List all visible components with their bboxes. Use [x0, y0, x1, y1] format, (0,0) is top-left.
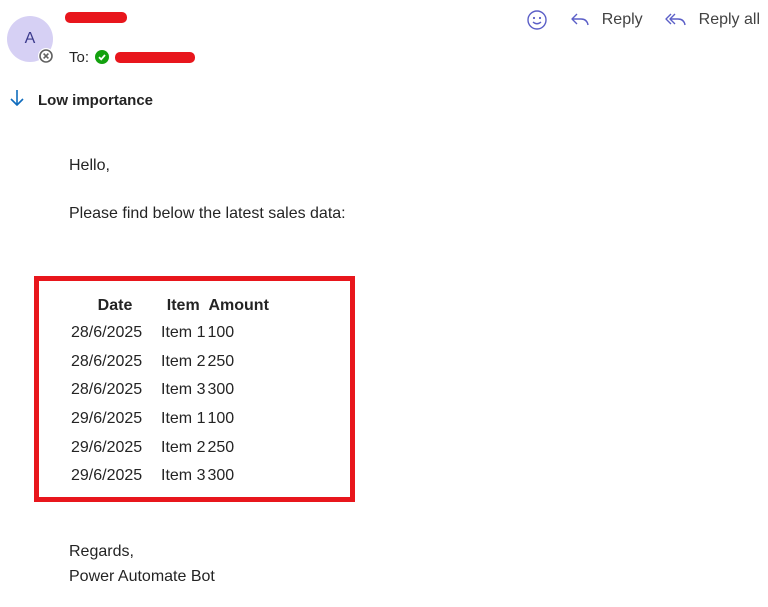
table-row: 29/6/2025 Item 3 300 — [70, 462, 271, 491]
cell-date: 28/6/2025 — [71, 381, 143, 399]
greeting-text: Hello, — [69, 157, 110, 174]
table-row: 28/6/2025 Item 3 300 — [70, 376, 271, 405]
cell-amount: 100 — [207, 410, 235, 428]
smiley-icon — [526, 9, 548, 31]
cell-date: 28/6/2025 — [71, 352, 143, 370]
importance-indicator: Low importance — [8, 89, 153, 111]
message-actions: Reply Reply all — [526, 8, 760, 32]
sales-table: Date Item Amount 28/6/2025 Item 1 100 28… — [70, 292, 271, 491]
cell-item: Item 2 — [161, 352, 206, 370]
avatar-initial: A — [24, 30, 36, 47]
cell-date: 29/6/2025 — [71, 467, 143, 485]
cell-date: 29/6/2025 — [71, 438, 143, 456]
importance-label: Low importance — [38, 91, 154, 109]
cell-amount: 300 — [207, 467, 235, 485]
reaction-button[interactable] — [526, 9, 548, 31]
recipient-row: To: — [69, 47, 196, 67]
cell-item: Item 2 — [161, 438, 206, 456]
column-header-date: Date — [97, 296, 133, 314]
reply-label: Reply — [601, 11, 643, 28]
reply-all-icon — [664, 11, 687, 29]
presence-available-icon — [95, 50, 110, 64]
column-header-item: Item — [166, 296, 200, 314]
cell-amount: 300 — [207, 381, 235, 399]
cell-amount: 100 — [207, 324, 235, 342]
table-header-row: Date Item Amount — [70, 292, 271, 319]
sender-name-redacted — [65, 12, 127, 23]
cell-item: Item 1 — [161, 324, 206, 342]
arrow-down-icon — [8, 88, 26, 112]
cell-item: Item 3 — [161, 467, 206, 485]
presence-blocked-icon — [38, 48, 54, 64]
reply-all-button[interactable]: Reply all — [664, 11, 760, 29]
cell-item: Item 3 — [161, 381, 206, 399]
cell-date: 28/6/2025 — [71, 324, 143, 342]
regards-text: Regards, — [69, 543, 134, 560]
column-header-amount: Amount — [208, 296, 269, 314]
table-row: 29/6/2025 Item 1 100 — [70, 405, 271, 434]
table-row: 29/6/2025 Item 2 250 — [70, 433, 271, 462]
table-row: 28/6/2025 Item 2 250 — [70, 348, 271, 377]
table-row: 28/6/2025 Item 1 100 — [70, 319, 271, 348]
cell-amount: 250 — [207, 352, 235, 370]
intro-text: Please find below the latest sales data: — [69, 205, 346, 222]
to-label: To: — [69, 48, 90, 66]
reply-icon — [570, 11, 590, 29]
cell-amount: 250 — [207, 438, 235, 456]
recipient-name-redacted[interactable] — [115, 51, 196, 63]
cell-date: 29/6/2025 — [71, 410, 143, 428]
reply-button[interactable]: Reply — [570, 11, 643, 29]
cell-item: Item 1 — [161, 410, 206, 428]
reply-all-label: Reply all — [698, 11, 760, 28]
signoff-text: Power Automate Bot — [69, 568, 215, 585]
